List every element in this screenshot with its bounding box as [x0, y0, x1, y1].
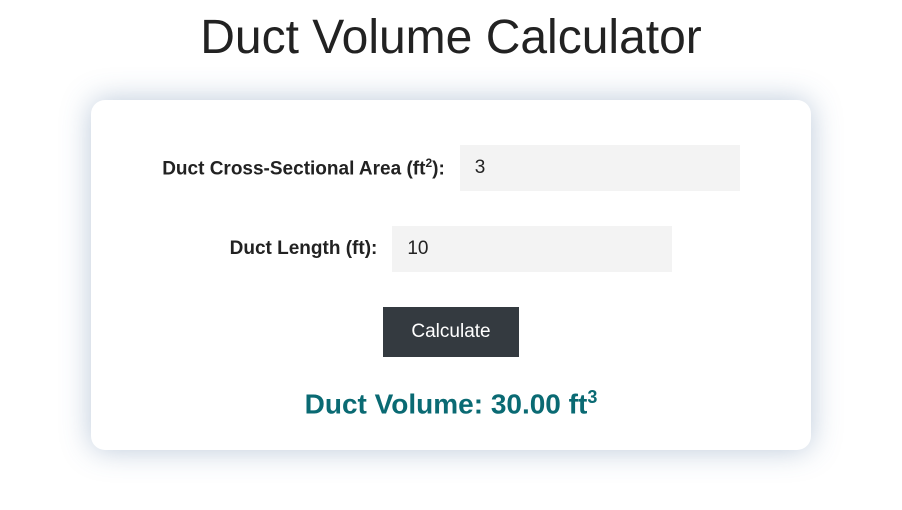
- result-prefix: Duct Volume:: [305, 388, 491, 419]
- area-row: Duct Cross-Sectional Area (ft2):: [131, 145, 771, 191]
- result-text: Duct Volume: 30.00 ft3: [131, 387, 771, 420]
- result-value: 30.00: [491, 388, 561, 419]
- area-label-post: ):: [432, 158, 445, 179]
- length-row: Duct Length (ft):: [131, 226, 771, 272]
- area-label-pre: Duct Cross-Sectional Area (ft: [162, 158, 425, 179]
- result-unit-pre: ft: [561, 388, 587, 419]
- calculator-card: Duct Cross-Sectional Area (ft2): Duct Le…: [91, 100, 811, 450]
- area-input[interactable]: [460, 145, 740, 191]
- result-unit-sup: 3: [587, 387, 597, 407]
- length-label: Duct Length (ft):: [230, 238, 378, 260]
- length-input[interactable]: [392, 226, 672, 272]
- area-label: Duct Cross-Sectional Area (ft2):: [162, 156, 445, 180]
- button-row: Calculate: [131, 307, 771, 357]
- calculate-button[interactable]: Calculate: [383, 307, 518, 357]
- page-title: Duct Volume Calculator: [0, 10, 902, 65]
